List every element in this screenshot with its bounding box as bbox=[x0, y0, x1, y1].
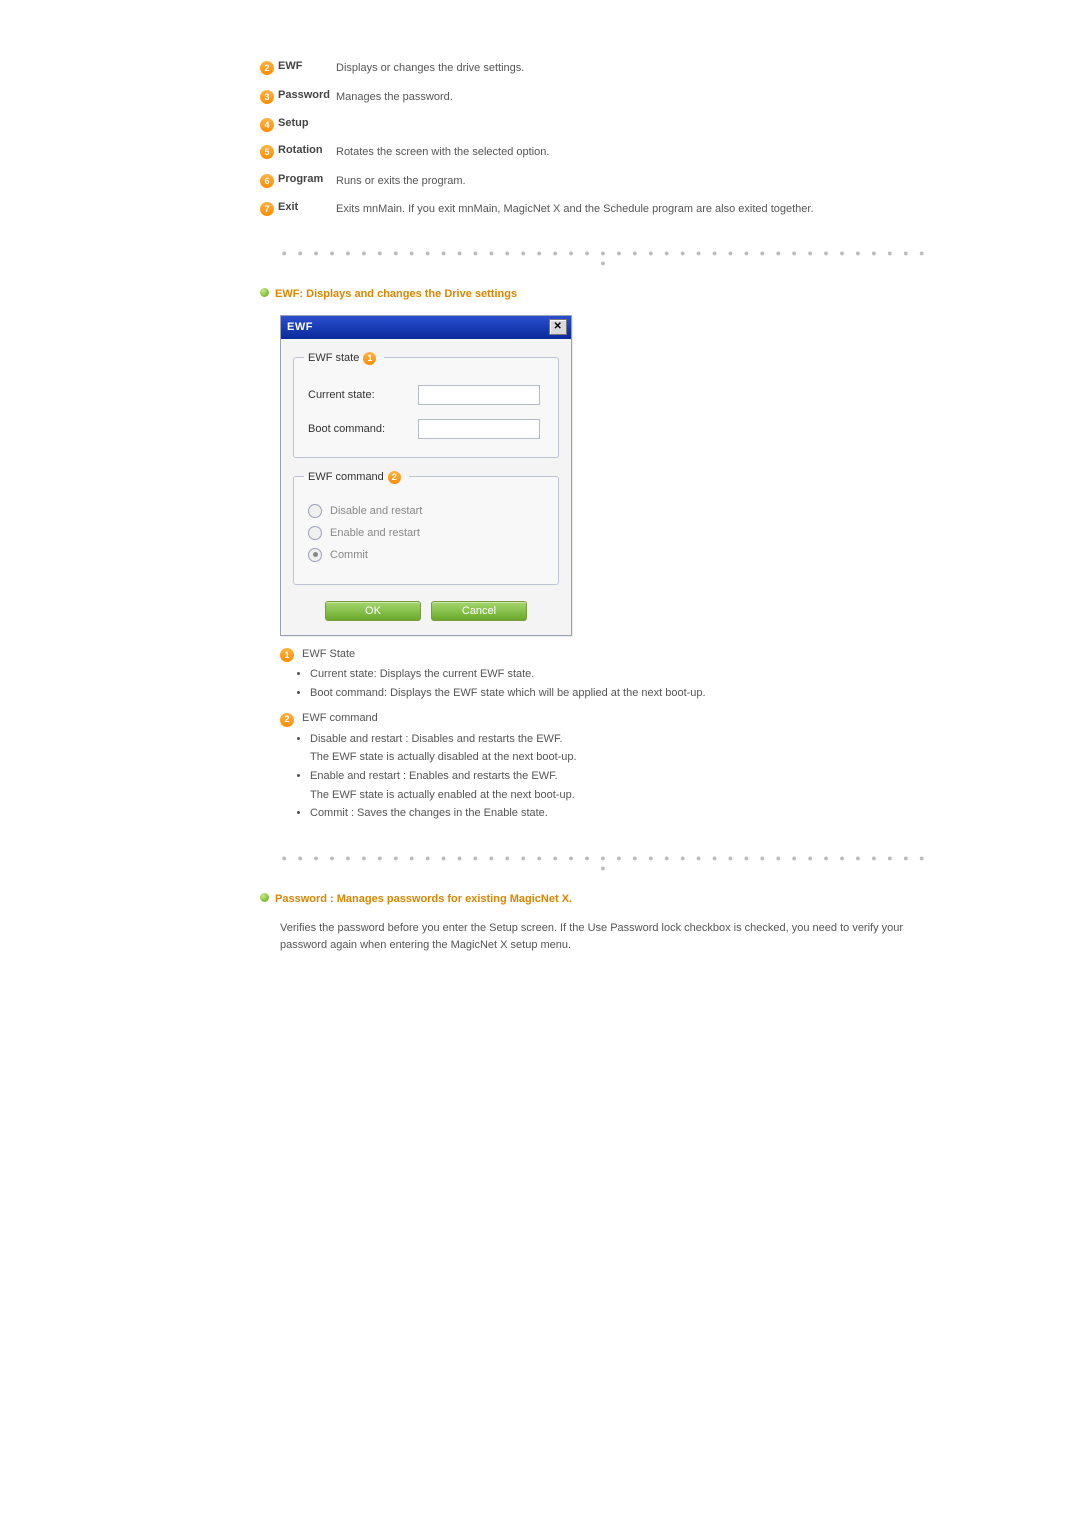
menu-item-rotation-desc: Rotates the screen with the selected opt… bbox=[336, 144, 549, 161]
dialog-title: EWF bbox=[287, 321, 313, 333]
ok-button[interactable]: OK bbox=[325, 601, 421, 621]
legend-badge-1b: 1 bbox=[280, 648, 294, 662]
radio-disable-restart-label: Disable and restart bbox=[330, 505, 422, 517]
radio-enable-restart-label: Enable and restart bbox=[330, 527, 420, 539]
radio-icon bbox=[308, 548, 322, 562]
menu-item-ewf-desc: Displays or changes the drive settings. bbox=[336, 60, 524, 77]
legend1-item-0: Current state: Displays the current EWF … bbox=[310, 666, 930, 684]
close-icon[interactable]: ✕ bbox=[549, 319, 567, 335]
legend2-title: EWF command bbox=[302, 710, 378, 728]
legend1-item-1: Boot command: Displays the EWF state whi… bbox=[310, 685, 930, 703]
current-state-label: Current state: bbox=[308, 389, 418, 401]
current-state-field[interactable] bbox=[418, 385, 540, 405]
num-badge-3: 3 bbox=[260, 90, 274, 104]
num-badge-4: 4 bbox=[260, 118, 274, 132]
legend1-title: EWF State bbox=[302, 646, 355, 664]
menu-item-rotation-label: Rotation bbox=[278, 144, 336, 156]
ewf-command-legend: EWF command bbox=[308, 471, 384, 483]
legend2-item-2: Enable and restart : Enables and restart… bbox=[310, 768, 930, 786]
ewf-state-group: EWF state 1 Current state: Boot command: bbox=[293, 351, 559, 458]
menu-item-program-label: Program bbox=[278, 173, 336, 185]
section-divider: ● ● ● ● ● ● ● ● ● ● ● ● ● ● ● ● ● ● ● ● … bbox=[150, 853, 930, 873]
cancel-button[interactable]: Cancel bbox=[431, 601, 527, 621]
legend-badge-2b: 2 bbox=[280, 713, 294, 727]
ewf-section-heading-text: EWF: Displays and changes the Drive sett… bbox=[275, 288, 517, 300]
menu-item-exit-desc: Exits mnMain. If you exit mnMain, MagicN… bbox=[336, 201, 814, 218]
legend-badge-2: 2 bbox=[388, 471, 401, 484]
ewf-state-legend: EWF state bbox=[308, 352, 359, 364]
ewf-command-group: EWF command 2 Disable and restart Enable… bbox=[293, 470, 559, 585]
radio-icon bbox=[308, 526, 322, 540]
num-badge-6: 6 bbox=[260, 174, 274, 188]
num-badge-2: 2 bbox=[260, 61, 274, 75]
boot-command-label: Boot command: bbox=[308, 423, 418, 435]
legend2-item-3: The EWF state is actually enabled at the… bbox=[310, 787, 930, 805]
menu-item-setup-label: Setup bbox=[278, 117, 336, 129]
ewf-dialog: EWF ✕ EWF state 1 Current state: bbox=[280, 315, 572, 636]
password-section-body: Verifies the password before you enter t… bbox=[150, 920, 930, 955]
legend2-item-0: Disable and restart : Disables and resta… bbox=[310, 731, 930, 749]
radio-enable-restart[interactable]: Enable and restart bbox=[308, 526, 548, 540]
section-divider: ● ● ● ● ● ● ● ● ● ● ● ● ● ● ● ● ● ● ● ● … bbox=[150, 248, 930, 268]
num-badge-5: 5 bbox=[260, 145, 274, 159]
menu-item-program-desc: Runs or exits the program. bbox=[336, 173, 466, 190]
menu-item-password-label: Password bbox=[278, 89, 336, 101]
ewf-section-heading: EWF: Displays and changes the Drive sett… bbox=[150, 288, 930, 300]
legend2-item-1: The EWF state is actually disabled at th… bbox=[310, 749, 930, 767]
bullet-icon bbox=[260, 288, 269, 297]
radio-commit[interactable]: Commit bbox=[308, 548, 548, 562]
password-section-heading: Password : Manages passwords for existin… bbox=[150, 893, 930, 905]
boot-command-field[interactable] bbox=[418, 419, 540, 439]
radio-commit-label: Commit bbox=[330, 549, 368, 561]
menu-item-ewf-label: EWF bbox=[278, 60, 336, 72]
radio-disable-restart[interactable]: Disable and restart bbox=[308, 504, 548, 518]
menu-item-password-desc: Manages the password. bbox=[336, 89, 453, 106]
password-section-heading-text: Password : Manages passwords for existin… bbox=[275, 893, 572, 905]
radio-icon bbox=[308, 504, 322, 518]
bullet-icon bbox=[260, 893, 269, 902]
menu-item-exit-label: Exit bbox=[278, 201, 336, 213]
num-badge-7: 7 bbox=[260, 202, 274, 216]
dialog-titlebar: EWF ✕ bbox=[281, 316, 571, 339]
legend-badge-1: 1 bbox=[363, 352, 376, 365]
legend2-item-4: Commit : Saves the changes in the Enable… bbox=[310, 805, 930, 823]
